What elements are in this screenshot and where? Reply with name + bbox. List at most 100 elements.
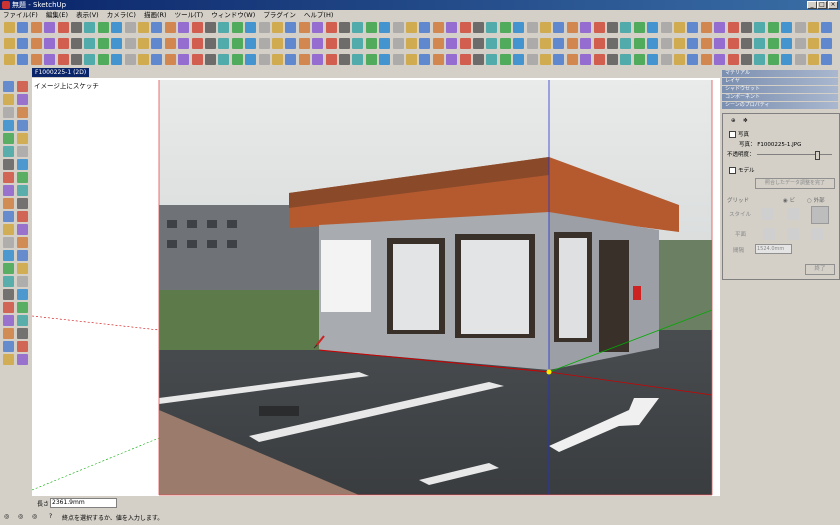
user-icon[interactable]: ◎ [32, 513, 37, 520]
toolbar-tool-icon[interactable] [808, 37, 819, 49]
toolbar-tool-icon[interactable] [432, 21, 444, 33]
toolbar-tool-icon[interactable] [486, 53, 498, 65]
minimize-button[interactable]: _ [807, 1, 817, 9]
toolbar-tool-icon[interactable] [633, 53, 645, 65]
toolbar-tool-icon[interactable] [365, 37, 377, 49]
left-tool-icon[interactable] [17, 94, 28, 105]
toolbar-tool-icon[interactable] [298, 21, 310, 33]
match-complete-button[interactable]: 照合したデータ調整を完了 [755, 178, 835, 189]
toolbar-tool-icon[interactable] [767, 53, 779, 65]
toolbar-tool-icon[interactable] [499, 21, 511, 33]
toolbar-tool-icon[interactable] [513, 21, 525, 33]
toolbar-tool-icon[interactable] [794, 53, 806, 65]
toolbar-tool-icon[interactable] [808, 21, 819, 33]
toolbar-tool-icon[interactable] [285, 53, 297, 65]
left-tool-icon[interactable] [17, 263, 28, 274]
toolbar-tool-icon[interactable] [727, 37, 739, 49]
toolbar-tool-icon[interactable] [459, 21, 471, 33]
menu-plugins[interactable]: プラグイン [260, 10, 299, 20]
toolbar-tool-icon[interactable] [97, 53, 109, 65]
toolbar-tool-icon[interactable] [17, 53, 29, 65]
grid-style-inside-icon[interactable] [761, 208, 773, 220]
toolbar-tool-icon[interactable] [754, 37, 766, 49]
toolbar-tool-icon[interactable] [191, 53, 203, 65]
left-tool-icon[interactable] [3, 211, 14, 222]
toolbar-tool-icon[interactable] [339, 53, 350, 65]
toolbar-tool-icon[interactable] [191, 37, 203, 49]
toolbar-tool-icon[interactable] [714, 37, 726, 49]
toolbar-tool-icon[interactable] [660, 37, 672, 49]
toolbar-tool-icon[interactable] [352, 21, 364, 33]
toolbar-tool-icon[interactable] [231, 37, 243, 49]
toolbar-tool-icon[interactable] [84, 37, 96, 49]
toolbar-tool-icon[interactable] [607, 37, 618, 49]
toolbar-tool-icon[interactable] [620, 53, 632, 65]
toolbar-tool-icon[interactable] [205, 21, 216, 33]
toolbar-tool-icon[interactable] [406, 37, 417, 49]
toolbar-tool-icon[interactable] [245, 37, 257, 49]
spacing-input[interactable]: 1524.0mm [755, 244, 792, 254]
left-tool-icon[interactable] [17, 133, 28, 144]
menu-view[interactable]: 表示(V) [73, 10, 102, 20]
left-tool-icon[interactable] [3, 107, 14, 118]
toolbar-tool-icon[interactable] [674, 53, 685, 65]
toolbar-tool-icon[interactable] [151, 21, 163, 33]
toolbar-tool-icon[interactable] [245, 21, 257, 33]
left-tool-icon[interactable] [3, 94, 14, 105]
toolbar-tool-icon[interactable] [151, 53, 163, 65]
toolbar-tool-icon[interactable] [379, 37, 391, 49]
toolbar-tool-icon[interactable] [272, 37, 283, 49]
left-tool-icon[interactable] [17, 224, 28, 235]
toolbar-tool-icon[interactable] [57, 37, 69, 49]
toolbar-tool-icon[interactable] [446, 53, 458, 65]
toolbar-tool-icon[interactable] [218, 53, 230, 65]
toolbar-tool-icon[interactable] [700, 21, 712, 33]
toolbar-tool-icon[interactable] [365, 21, 377, 33]
toolbar-tool-icon[interactable] [419, 21, 431, 33]
left-tool-icon[interactable] [3, 198, 14, 209]
toolbar-tool-icon[interactable] [553, 53, 565, 65]
toolbar-tool-icon[interactable] [258, 21, 270, 33]
toolbar-tool-icon[interactable] [258, 53, 270, 65]
left-tool-icon[interactable] [3, 289, 14, 300]
toolbar-tool-icon[interactable] [580, 21, 592, 33]
toolbar-tool-icon[interactable] [339, 21, 350, 33]
toolbar-tool-icon[interactable] [727, 21, 739, 33]
toolbar-tool-icon[interactable] [97, 21, 109, 33]
help-icon[interactable]: ? [49, 513, 52, 520]
toolbar-tool-icon[interactable] [138, 37, 149, 49]
toolbar-tool-icon[interactable] [71, 37, 82, 49]
toolbar-tool-icon[interactable] [325, 37, 337, 49]
toolbar-tool-icon[interactable] [566, 53, 578, 65]
toolbar-tool-icon[interactable] [30, 21, 42, 33]
toolbar-tool-icon[interactable] [97, 37, 109, 49]
toolbar-tool-icon[interactable] [84, 53, 96, 65]
left-tool-icon[interactable] [17, 341, 28, 352]
toolbar-tool-icon[interactable] [553, 21, 565, 33]
length-input[interactable]: 2361.9mm [50, 498, 117, 508]
toolbar-tool-icon[interactable] [191, 21, 203, 33]
toolbar-tool-icon[interactable] [580, 37, 592, 49]
left-tool-icon[interactable] [3, 224, 14, 235]
toolbar-tool-icon[interactable] [164, 21, 176, 33]
left-tool-icon[interactable] [3, 315, 14, 326]
toolbar-tool-icon[interactable] [687, 53, 699, 65]
menu-camera[interactable]: カメラ(C) [104, 10, 139, 20]
left-tool-icon[interactable] [3, 237, 14, 248]
grid-style-outside-icon[interactable] [811, 206, 829, 224]
left-tool-icon[interactable] [3, 172, 14, 183]
toolbar-tool-icon[interactable] [593, 37, 605, 49]
toolbar-tool-icon[interactable] [473, 37, 484, 49]
toolbar-tool-icon[interactable] [674, 37, 685, 49]
toolbar-tool-icon[interactable] [767, 37, 779, 49]
plane-red-green-icon[interactable] [763, 228, 775, 240]
left-tool-icon[interactable] [17, 146, 28, 157]
toolbar-tool-icon[interactable] [714, 53, 726, 65]
panel-header-shadows[interactable]: シャドウセット [722, 86, 838, 93]
toolbar-tool-icon[interactable] [553, 37, 565, 49]
left-tool-icon[interactable] [3, 354, 14, 365]
toolbar-tool-icon[interactable] [285, 21, 297, 33]
panel-header-scene[interactable]: シーンのプロパティ [722, 102, 838, 109]
toolbar-tool-icon[interactable] [164, 37, 176, 49]
left-tool-icon[interactable] [17, 198, 28, 209]
